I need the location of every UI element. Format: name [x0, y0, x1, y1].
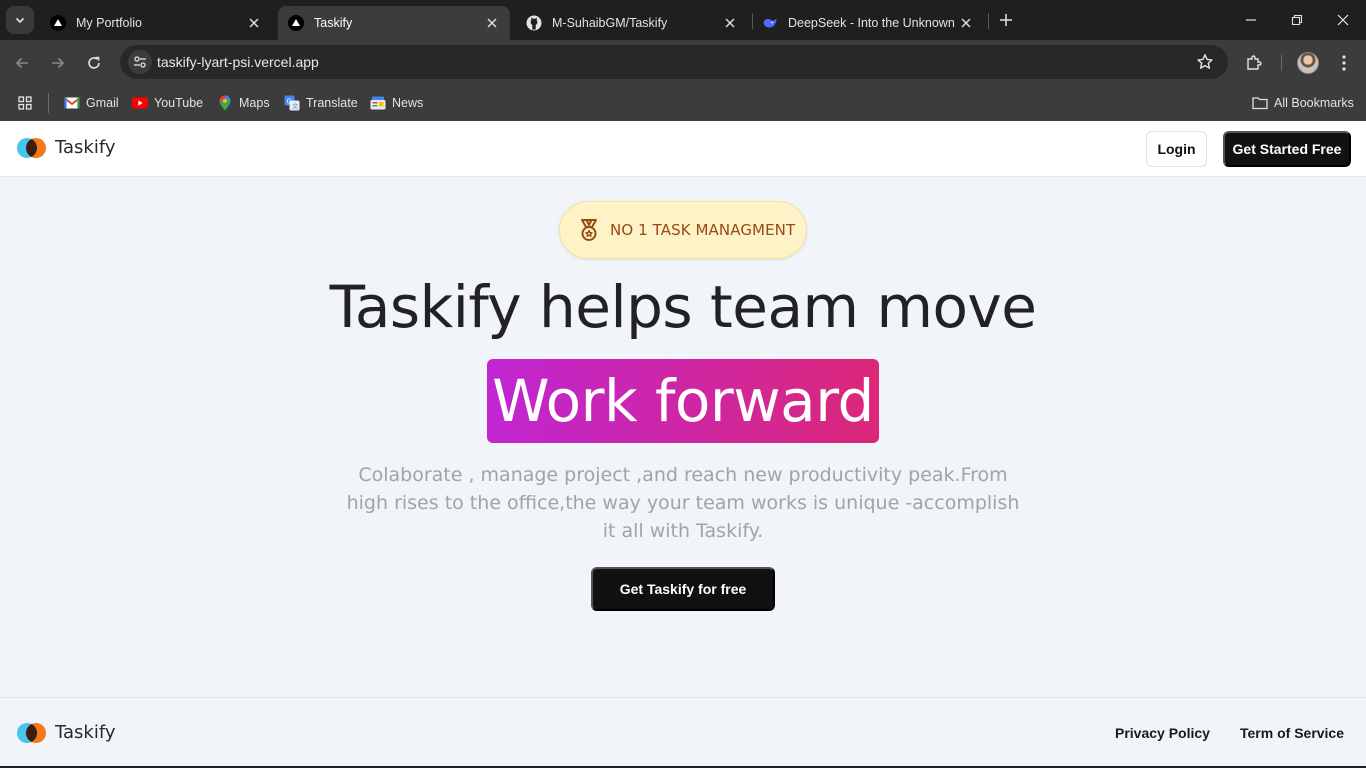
svg-text:文: 文	[292, 103, 298, 111]
privacy-policy-link[interactable]: Privacy Policy	[1115, 725, 1210, 741]
tab-label: Taskify	[314, 16, 353, 30]
all-bookmarks-label: All Bookmarks	[1274, 96, 1354, 110]
star-icon[interactable]	[1196, 53, 1214, 71]
logo-icon	[17, 137, 47, 158]
folder-icon	[1252, 95, 1268, 111]
hero-subtitle: Colaborate , manage project ,and reach n…	[346, 464, 1020, 542]
site-info-icon[interactable]	[128, 50, 152, 74]
medal-icon	[581, 219, 597, 241]
bookmarks-bar: Gmail YouTube Maps G文 Translate News All…	[0, 85, 1366, 121]
minimize-button[interactable]	[1228, 0, 1274, 40]
browser-toolbar: taskify-lyart-psi.vercel.app	[0, 40, 1366, 85]
maps-pin-icon	[217, 95, 233, 111]
profile-avatar[interactable]	[1297, 52, 1319, 74]
tab-label: DeepSeek - Into the Unknown	[788, 16, 955, 30]
tab-label: M-SuhaibGM/Taskify	[552, 16, 668, 30]
back-button[interactable]	[9, 50, 35, 76]
get-started-button[interactable]: Get Started Free	[1223, 131, 1351, 167]
bookmark-label: News	[392, 96, 424, 110]
bookmark-label: YouTube	[154, 96, 204, 110]
footer-logo[interactable]: Taskify	[17, 722, 116, 743]
translate-icon: G文	[284, 95, 300, 111]
close-icon	[1337, 14, 1349, 26]
more-vertical-icon	[1342, 55, 1346, 71]
chevron-down-icon	[15, 17, 25, 24]
minimize-icon	[1246, 19, 1256, 21]
address-bar[interactable]: taskify-lyart-psi.vercel.app	[120, 45, 1228, 79]
badge-text: NO 1 TASK MANAGMENT	[610, 221, 796, 239]
deepseek-whale-icon	[762, 15, 778, 31]
restore-icon	[1291, 14, 1303, 26]
site-logo[interactable]: Taskify	[17, 137, 116, 158]
page-viewport: Taskify Login Get Started Free NO 1 TASK…	[0, 121, 1366, 766]
arrow-right-icon	[52, 57, 65, 69]
bookmark-gmail[interactable]: Gmail	[64, 91, 119, 115]
svg-text:G: G	[287, 98, 292, 106]
tab-strip: My Portfolio Taskify M-SuhaibGM/Taskify …	[0, 0, 1366, 40]
logo-icon	[17, 722, 47, 743]
puzzle-icon	[1247, 55, 1262, 70]
bookmark-label: Translate	[306, 96, 358, 110]
bookmark-maps[interactable]: Maps	[217, 91, 270, 115]
hero-title: Taskify helps team move	[329, 273, 1037, 341]
tab-label: My Portfolio	[76, 16, 142, 30]
url-text: taskify-lyart-psi.vercel.app	[157, 54, 319, 70]
apps-grid-icon	[18, 96, 32, 110]
hero-highlight: Work forward	[487, 359, 879, 443]
all-bookmarks-button[interactable]: All Bookmarks	[1252, 91, 1354, 115]
tab-taskify[interactable]: Taskify	[278, 6, 510, 40]
site-footer: Taskify Privacy Policy Term of Service	[0, 697, 1366, 766]
toolbar-separator	[1281, 55, 1282, 71]
reload-button[interactable]	[81, 50, 107, 76]
bookmark-youtube[interactable]: YouTube	[132, 91, 203, 115]
vercel-triangle-icon	[288, 15, 304, 31]
vercel-triangle-icon	[50, 15, 66, 31]
logo-text: Taskify	[55, 137, 116, 158]
close-icon[interactable]	[958, 15, 974, 31]
login-button[interactable]: Login	[1146, 131, 1207, 167]
close-icon[interactable]	[484, 15, 500, 31]
site-header: Taskify Login Get Started Free	[0, 121, 1366, 177]
gmail-icon	[64, 95, 80, 111]
forward-button[interactable]	[45, 50, 71, 76]
tab-search-button[interactable]	[6, 6, 34, 34]
close-icon[interactable]	[246, 15, 262, 31]
tab-my-portfolio[interactable]: My Portfolio	[40, 6, 272, 40]
restore-button[interactable]	[1274, 0, 1320, 40]
bookmark-label: Maps	[239, 96, 270, 110]
logo-text: Taskify	[55, 722, 116, 743]
get-taskify-button[interactable]: Get Taskify for free	[591, 567, 775, 611]
tab-deepseek[interactable]: DeepSeek - Into the Unknown	[752, 6, 984, 40]
tab-github-repo[interactable]: M-SuhaibGM/Taskify	[516, 6, 748, 40]
apps-button[interactable]	[17, 91, 33, 115]
bookmark-label: Gmail	[86, 96, 119, 110]
bookmark-news[interactable]: News	[370, 91, 423, 115]
new-tab-button[interactable]	[994, 8, 1018, 32]
terms-of-service-link[interactable]: Term of Service	[1240, 725, 1344, 741]
reload-icon	[88, 56, 100, 69]
close-icon[interactable]	[722, 15, 738, 31]
bookmarks-separator	[48, 93, 49, 113]
news-icon	[370, 95, 386, 111]
window-close-button[interactable]	[1320, 0, 1366, 40]
arrow-left-icon	[15, 57, 28, 69]
browser-menu-button[interactable]	[1333, 52, 1355, 74]
extensions-button[interactable]	[1243, 52, 1265, 74]
github-icon	[526, 15, 542, 31]
hero-badge: NO 1 TASK MANAGMENT	[559, 201, 807, 259]
tab-separator	[988, 13, 989, 29]
plus-icon	[1000, 14, 1012, 26]
youtube-icon	[132, 95, 148, 111]
bookmark-translate[interactable]: G文 Translate	[284, 91, 358, 115]
